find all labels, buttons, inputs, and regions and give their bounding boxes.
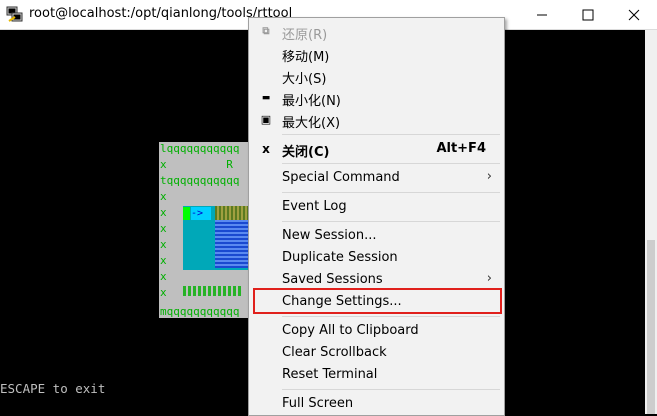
menu-item-clear-scrollback[interactable]: Clear Scrollback [249,342,504,364]
menu-item-change-settings[interactable]: Change Settings... [249,291,504,313]
tui-arrow-label: -> [191,207,211,220]
tui-cursor [183,207,190,220]
menu-item-close[interactable]: x 关闭(C) Alt+F4 [249,138,504,160]
chevron-right-icon: › [486,271,492,286]
menu-item-event-log[interactable]: Event Log [249,196,504,218]
menu-item-minimize[interactable]: ▬ 最小化(N) [249,87,504,109]
menu-separator [282,192,500,193]
menu-item-saved-sessions[interactable]: Saved Sessions › [249,269,504,291]
menu-item-maximize[interactable]: ▣ 最大化(X) [249,109,504,131]
menu-separator [282,316,500,317]
maximize-button[interactable] [565,0,611,29]
tui-panel: -> [183,206,249,270]
tui-line: x [160,270,167,283]
menu-item-duplicate-session[interactable]: Duplicate Session [249,247,504,269]
escape-hint: ESCAPE to exit [0,381,106,396]
tui-graphic-top [215,206,249,220]
menu-separator [282,221,500,222]
tui-divider: tqqqqqqqqqqq [160,174,240,187]
vertical-scrollbar[interactable] [645,30,657,414]
menu-item-move[interactable]: 移动(M) [249,43,504,65]
close-button[interactable] [611,0,657,29]
menu-item-reset-terminal[interactable]: Reset Terminal [249,364,504,386]
maximize-icon [582,9,594,21]
scrollbar-thumb[interactable] [647,240,655,414]
tui-line: x [160,254,167,267]
tui-line: x [160,222,167,235]
tui-line: x [160,190,167,203]
minimize-icon [537,14,547,16]
close-icon: x [262,142,270,156]
menu-separator [282,134,500,135]
tui-dialog: lqqqqqqqqqqq x R tqqqqqqqqqqq x x x x x … [159,142,251,318]
tui-line: x [160,206,167,219]
tui-line: x [160,286,167,299]
menu-item-special-command[interactable]: Special Command › [249,167,504,189]
close-shortcut: Alt+F4 [436,141,486,156]
menu-item-new-session[interactable]: New Session... [249,225,504,247]
maximize-icon: ▣ [260,113,272,126]
minimize-icon: ▬ [261,93,271,103]
chevron-right-icon: › [486,169,492,184]
menu-item-restore[interactable]: ⧉ 还原(R) [249,21,504,43]
putty-icon[interactable] [6,6,24,23]
tui-line: x [160,238,167,251]
minimize-button[interactable] [519,0,565,29]
menu-item-size[interactable]: 大小(S) [249,65,504,87]
menu-item-full-screen[interactable]: Full Screen [249,393,504,415]
close-icon [628,9,640,21]
system-context-menu: ⧉ 还原(R) 移动(M) 大小(S) ▬ 最小化(N) ▣ 最大化(X) x … [248,17,505,416]
tui-border-bottom: mqqqqqqqqqqq [160,305,240,318]
tui-title-line: x R [160,158,233,171]
tui-status-glyphs [183,286,243,296]
menu-separator [282,389,500,390]
menu-item-copy-all[interactable]: Copy All to Clipboard [249,320,504,342]
tui-border-top: lqqqqqqqqqqq [160,142,240,155]
menu-separator [282,163,500,164]
restore-icon: ⧉ [262,26,270,37]
